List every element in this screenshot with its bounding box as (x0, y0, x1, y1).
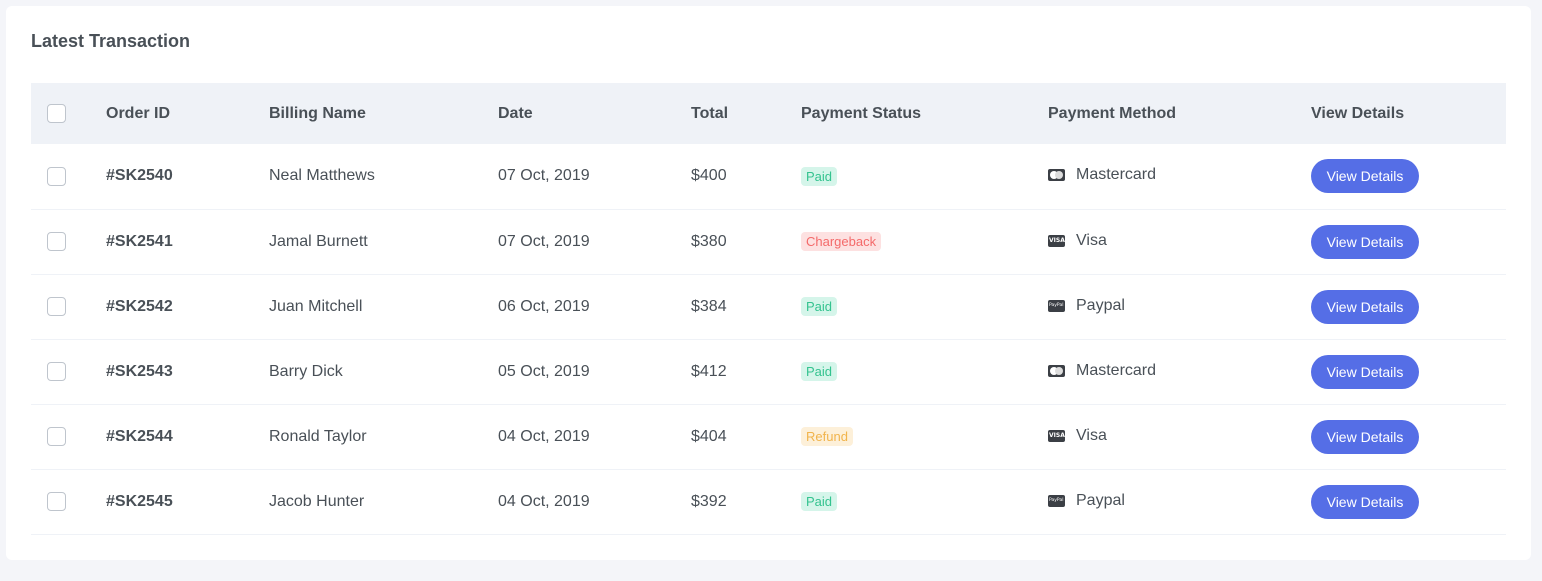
order-id: #SK2545 (106, 492, 173, 510)
order-total: $384 (691, 297, 727, 315)
table-row: #SK2540 Neal Matthews 07 Oct, 2019 $400 Paid… (31, 144, 1506, 209)
row-checkbox[interactable] (47, 427, 66, 446)
payment-method: Paypal (1048, 297, 1125, 315)
view-details-button[interactable]: View Details (1311, 484, 1419, 519)
table-header-row: Order ID Billing Name Date Total Payment… (31, 83, 1506, 144)
payment-method: Mastercard (1048, 362, 1156, 380)
table-row: #SK2541 Jamal Burnett 07 Oct, 2019 $380 Char… (31, 209, 1506, 274)
payment-status-badge: Chargeback (801, 232, 882, 251)
order-id: #SK2540 (106, 167, 173, 185)
payment-method-label: Mastercard (1076, 166, 1157, 184)
payment-status-badge: Refund (801, 427, 853, 446)
order-date: 07 Oct, 2019 (498, 167, 590, 185)
header-date: Date (498, 104, 533, 122)
payment-method-label: Visa (1076, 426, 1107, 444)
order-date: 04 Oct, 2019 (498, 492, 590, 510)
order-total: $392 (691, 492, 727, 510)
order-total: $404 (691, 427, 727, 445)
payment-method: Paypal (1048, 492, 1125, 510)
order-date: 04 Oct, 2019 (498, 427, 590, 445)
payment-method-label: Paypal (1076, 491, 1125, 509)
transactions-card: Latest Transaction Order ID Billing Name… (6, 6, 1531, 560)
order-id: #SK2541 (106, 232, 173, 250)
order-date: 06 Oct, 2019 (498, 297, 590, 315)
header-order-id: Order ID (106, 104, 171, 122)
payment-method: Visa (1048, 232, 1107, 250)
card-title: Latest Transaction (31, 31, 191, 51)
paypal-icon (1048, 299, 1065, 312)
view-details-button[interactable]: View Details (1311, 354, 1419, 389)
payment-method-label: Paypal (1076, 296, 1125, 314)
mastercard-icon (1048, 169, 1065, 182)
view-details-button[interactable]: View Details (1311, 224, 1419, 259)
order-id: #SK2543 (106, 362, 173, 380)
row-checkbox[interactable] (47, 362, 66, 381)
header-total: Total (691, 104, 729, 122)
payment-method: Visa (1048, 427, 1107, 445)
billing-name: Juan Mitchell (269, 297, 363, 315)
row-checkbox[interactable] (47, 232, 66, 251)
order-total: $400 (691, 167, 727, 185)
table-row: #SK2542 Juan Mitchell 06 Oct, 2019 $384 Paid… (31, 274, 1506, 339)
payment-status-badge: Paid (801, 166, 838, 186)
billing-name: Ronald Taylor (269, 427, 367, 445)
header-view-details: View Details (1311, 104, 1405, 122)
table-row: #SK2545 Jacob Hunter 04 Oct, 2019 $392 Paid P… (31, 469, 1506, 534)
table-row: #SK2543 Barry Dick 05 Oct, 2019 $412 Paid Mas… (31, 339, 1506, 404)
view-details-button[interactable]: View Details (1311, 289, 1419, 324)
billing-name: Jamal Burnett (269, 232, 368, 250)
header-billing-name: Billing Name (269, 104, 366, 122)
table-row: #SK2544 Ronald Taylor 04 Oct, 2019 $404 Refu… (31, 404, 1506, 469)
header-payment-status: Payment Status (801, 104, 922, 122)
order-total: $380 (691, 232, 727, 250)
payment-status-badge: Paid (801, 297, 838, 316)
row-checkbox[interactable] (47, 492, 66, 511)
row-checkbox[interactable] (47, 166, 66, 186)
header-payment-method: Payment Method (1048, 104, 1177, 122)
transactions-table: Order ID Billing Name Date Total Payment… (31, 83, 1506, 535)
billing-name: Neal Matthews (269, 167, 375, 185)
visa-icon (1048, 429, 1065, 442)
view-details-button[interactable]: View Details (1311, 159, 1419, 194)
payment-status-badge: Paid (801, 492, 838, 511)
mastercard-icon (1048, 364, 1065, 377)
view-details-button[interactable]: View Details (1311, 419, 1419, 454)
visa-icon (1048, 234, 1065, 247)
billing-name: Jacob Hunter (269, 492, 365, 510)
order-total: $412 (691, 362, 727, 380)
order-id: #SK2544 (106, 427, 173, 445)
row-checkbox[interactable] (47, 297, 66, 316)
paypal-icon (1048, 494, 1065, 507)
payment-method: Mastercard (1048, 166, 1156, 184)
billing-name: Barry Dick (269, 362, 343, 380)
select-all-checkbox[interactable] (47, 104, 66, 123)
payment-method-label: Visa (1076, 231, 1107, 249)
order-date: 07 Oct, 2019 (498, 232, 590, 250)
payment-status-badge: Paid (801, 362, 838, 381)
payment-method-label: Mastercard (1076, 361, 1157, 379)
order-date: 05 Oct, 2019 (498, 362, 590, 380)
order-id: #SK2542 (106, 297, 173, 315)
